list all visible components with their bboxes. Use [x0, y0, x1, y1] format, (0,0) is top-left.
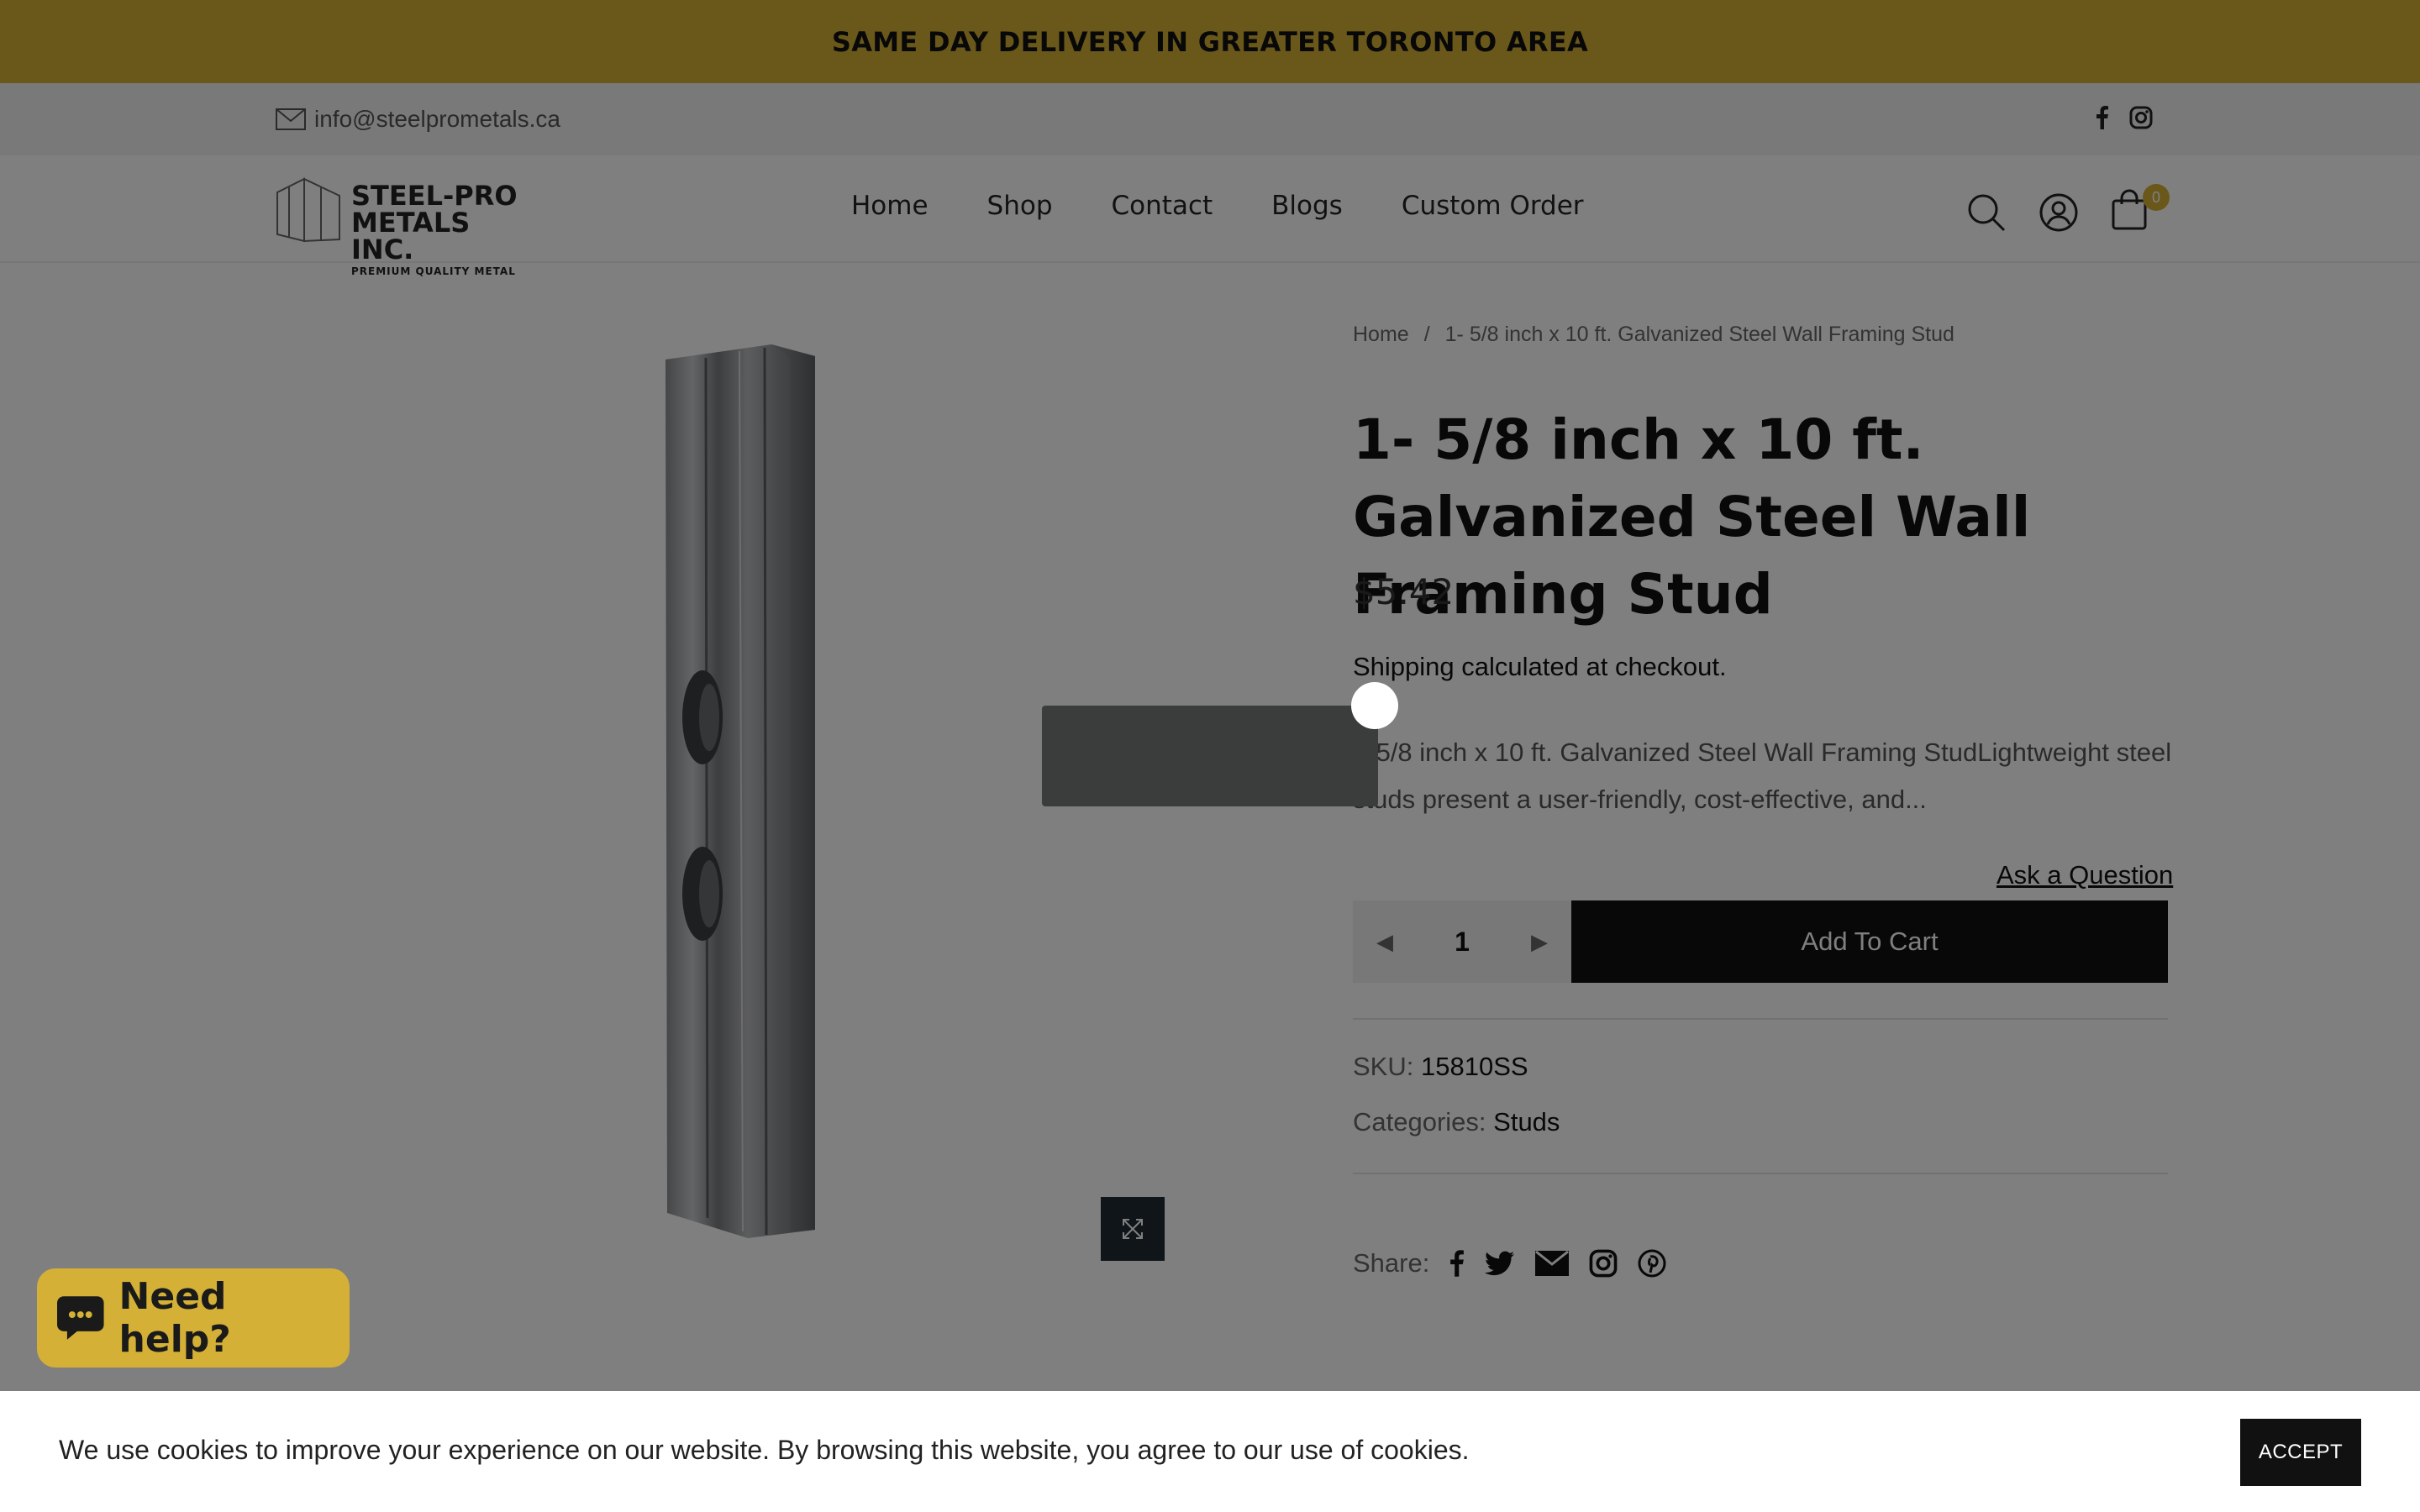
cookie-banner: We use cookies to improve your experienc…	[0, 1391, 2420, 1512]
help-chat-button[interactable]: Need help?	[37, 1268, 350, 1368]
tooltip-popup	[1042, 706, 1378, 806]
hotspot-marker[interactable]	[1351, 682, 1398, 729]
chat-bubble-icon	[56, 1296, 104, 1340]
chat-label: Need help?	[118, 1275, 231, 1361]
cookie-accept-button[interactable]: ACCEPT	[2240, 1419, 2361, 1486]
cookie-message: We use cookies to improve your experienc…	[59, 1435, 1470, 1465]
